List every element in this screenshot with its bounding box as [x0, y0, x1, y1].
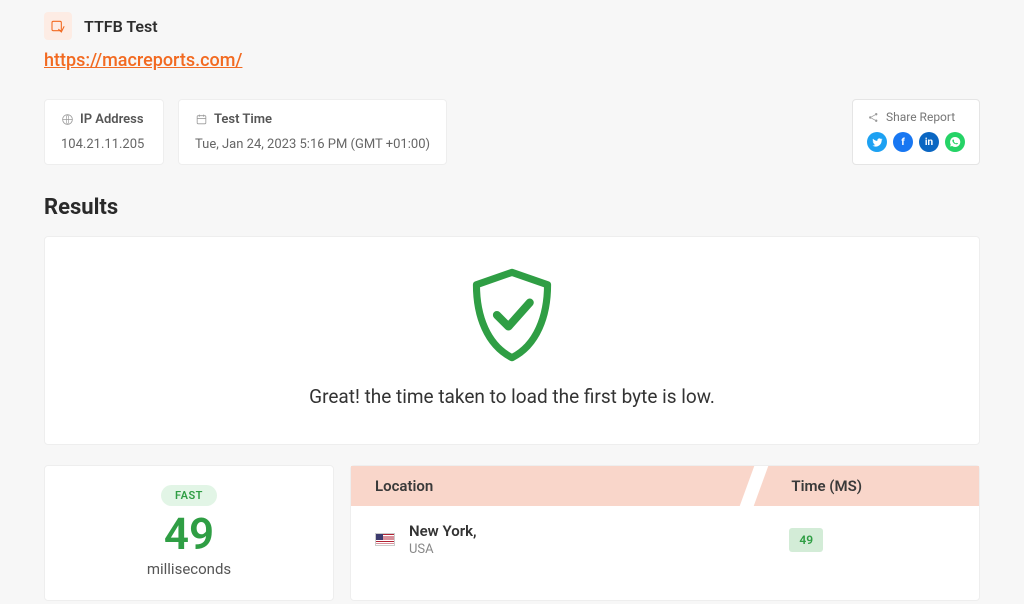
info-row: IP Address 104.21.11.205 Test Time Tue, … [44, 99, 980, 165]
globe-icon [61, 113, 74, 126]
test-time-card: Test Time Tue, Jan 24, 2023 5:16 PM (GMT… [178, 99, 447, 165]
speed-card: FAST 49 milliseconds [44, 465, 334, 601]
facebook-icon[interactable]: f [893, 132, 913, 152]
speed-value: 49 [55, 510, 323, 558]
ttfb-icon [44, 12, 72, 40]
tested-url-link[interactable]: https://macreports.com/ [44, 50, 242, 71]
whatsapp-icon[interactable] [945, 132, 965, 152]
share-icon [867, 111, 880, 124]
speed-unit: milliseconds [55, 560, 323, 578]
calendar-icon [195, 113, 208, 126]
result-message: Great! the time taken to load the first … [65, 385, 959, 408]
test-time-label: Test Time [214, 112, 272, 127]
city-name: New York, [409, 522, 477, 540]
speed-badge: FAST [161, 485, 217, 506]
page-title: TTFB Test [84, 17, 158, 36]
page-header: TTFB Test [44, 12, 980, 40]
col-time: Time (MS) [767, 466, 979, 506]
us-flag-icon [375, 533, 395, 546]
results-heading: Results [44, 195, 980, 220]
linkedin-icon[interactable]: in [919, 132, 939, 152]
location-table: Location Time (MS) New York, USA 49 [350, 465, 980, 601]
table-row: New York, USA 49 [351, 506, 979, 573]
share-label: Share Report [886, 110, 955, 124]
ip-value: 104.21.11.205 [61, 137, 147, 152]
col-location: Location [351, 466, 767, 506]
country-name: USA [409, 542, 477, 557]
result-card: Great! the time taken to load the first … [44, 236, 980, 445]
shield-check-icon [65, 267, 959, 367]
twitter-icon[interactable] [867, 132, 887, 152]
test-time-value: Tue, Jan 24, 2023 5:16 PM (GMT +01:00) [195, 137, 430, 152]
table-header: Location Time (MS) [351, 466, 979, 506]
share-card: Share Report f in [852, 99, 980, 165]
ip-label: IP Address [80, 112, 144, 127]
ms-value: 49 [789, 528, 823, 552]
ip-card: IP Address 104.21.11.205 [44, 99, 164, 165]
